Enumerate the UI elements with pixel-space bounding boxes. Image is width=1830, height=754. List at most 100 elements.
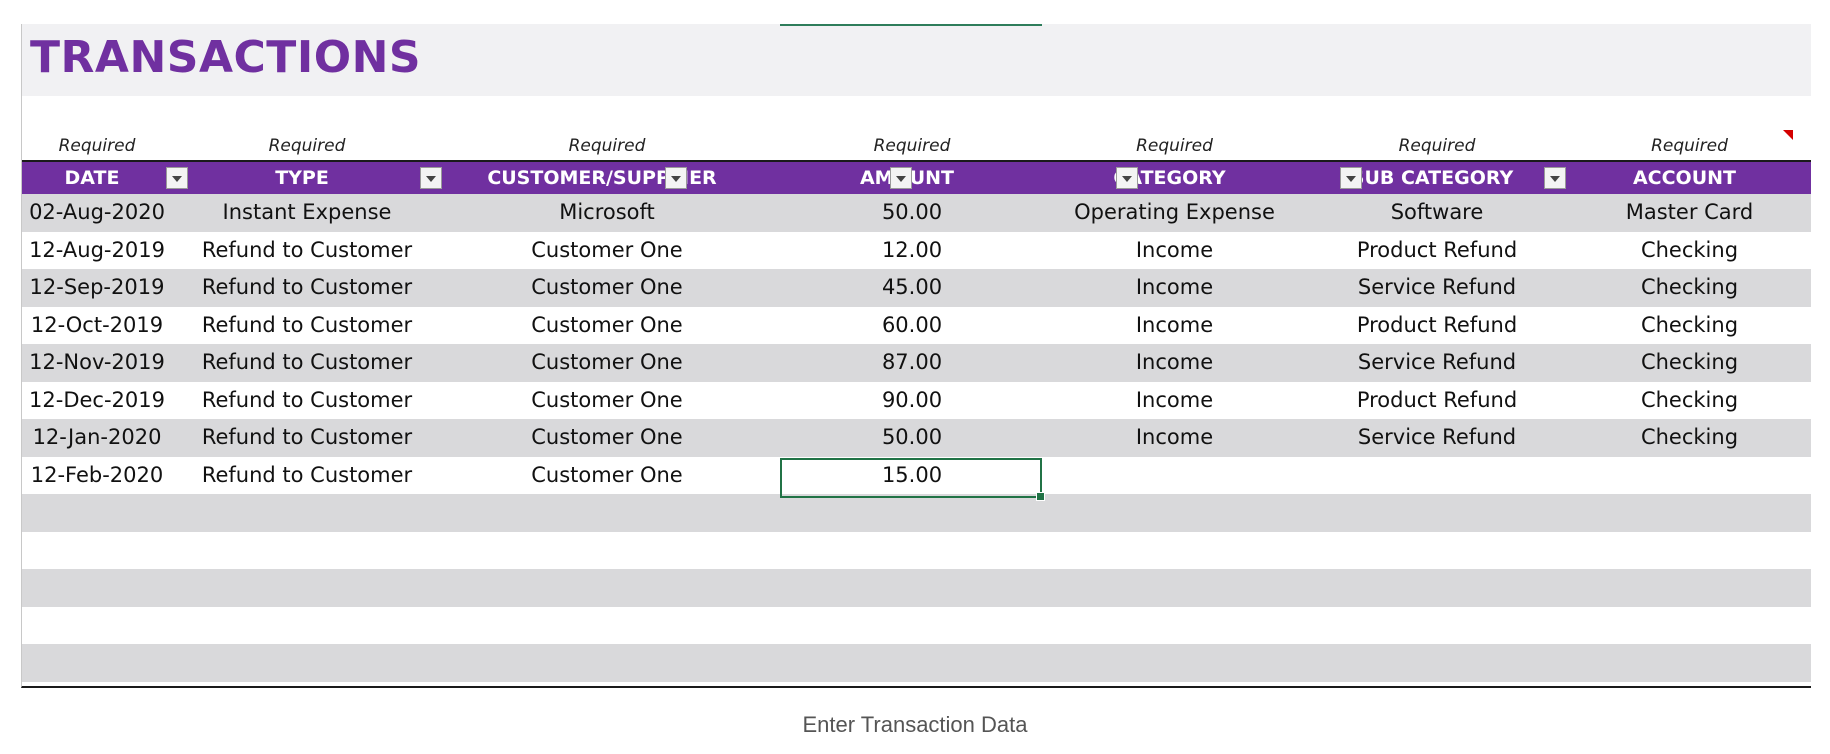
column-header-date[interactable]: DATE — [22, 162, 162, 194]
filter-dropdown-icon[interactable] — [1544, 167, 1566, 189]
cell-date[interactable]: 12-Sep-2019 — [22, 269, 172, 307]
cell-subcategory[interactable] — [1307, 569, 1567, 607]
cell-category[interactable] — [1042, 532, 1307, 570]
cell-date[interactable]: 12-Jan-2020 — [22, 419, 172, 457]
cell-subcategory[interactable] — [1307, 494, 1567, 532]
column-header-party[interactable]: CUSTOMER/SUPPLIER — [432, 162, 772, 194]
cell-account[interactable] — [1567, 569, 1811, 607]
cell-amount[interactable]: 87.00 — [782, 344, 1042, 382]
cell-amount[interactable]: 60.00 — [782, 307, 1042, 345]
cell-account[interactable] — [1567, 494, 1811, 532]
cell-party[interactable]: Customer One — [432, 419, 782, 457]
column-header-type[interactable]: TYPE — [182, 162, 422, 194]
cell-date[interactable]: 12-Oct-2019 — [22, 307, 172, 345]
cell-subcategory[interactable]: Service Refund — [1307, 419, 1567, 457]
cell-subcategory[interactable]: Product Refund — [1307, 232, 1567, 270]
filter-dropdown-icon[interactable] — [1340, 167, 1362, 189]
cell-category[interactable] — [1042, 644, 1307, 682]
filter-dropdown-icon[interactable] — [665, 167, 687, 189]
cell-party[interactable] — [432, 607, 782, 645]
cell-party[interactable] — [432, 569, 782, 607]
cell-party[interactable]: Customer One — [432, 232, 782, 270]
cell-party[interactable] — [432, 644, 782, 682]
cell-category[interactable]: Income — [1042, 344, 1307, 382]
column-header-category[interactable]: CATEGORY — [1042, 162, 1297, 194]
column-header-account[interactable]: ACCOUNT — [1567, 162, 1802, 194]
cell-subcategory[interactable] — [1307, 644, 1567, 682]
cell-type[interactable] — [182, 569, 432, 607]
cell-type[interactable]: Refund to Customer — [182, 269, 432, 307]
cell-amount[interactable]: 90.00 — [782, 382, 1042, 420]
cell-account[interactable]: Checking — [1567, 269, 1811, 307]
cell-party[interactable]: Customer One — [432, 382, 782, 420]
cell-party[interactable]: Microsoft — [432, 194, 782, 232]
cell-type[interactable] — [182, 607, 432, 645]
cell-party[interactable]: Customer One — [432, 344, 782, 382]
cell-amount[interactable]: 12.00 — [782, 232, 1042, 270]
cell-date[interactable]: 12-Nov-2019 — [22, 344, 172, 382]
cell-account[interactable] — [1567, 644, 1811, 682]
cell-subcategory[interactable]: Service Refund — [1307, 269, 1567, 307]
cell-date[interactable] — [22, 532, 172, 570]
cell-amount[interactable]: 50.00 — [782, 419, 1042, 457]
cell-date[interactable] — [22, 569, 172, 607]
filter-dropdown-icon[interactable] — [890, 167, 912, 189]
cell-type[interactable]: Instant Expense — [182, 194, 432, 232]
cell-category[interactable]: Income — [1042, 232, 1307, 270]
cell-amount[interactable] — [782, 607, 1042, 645]
cell-account[interactable]: Checking — [1567, 232, 1811, 270]
cell-amount[interactable] — [782, 532, 1042, 570]
cell-date[interactable] — [22, 494, 172, 532]
cell-category[interactable]: Income — [1042, 419, 1307, 457]
cell-amount[interactable] — [782, 494, 1042, 532]
cell-party[interactable] — [432, 494, 782, 532]
cell-type[interactable] — [182, 494, 432, 532]
cell-amount[interactable]: 15.00 — [782, 457, 1042, 495]
cell-category[interactable]: Income — [1042, 307, 1307, 345]
cell-amount[interactable] — [782, 569, 1042, 607]
cell-category[interactable]: Income — [1042, 269, 1307, 307]
cell-type[interactable]: Refund to Customer — [182, 382, 432, 420]
cell-date[interactable] — [22, 644, 172, 682]
cell-category[interactable] — [1042, 457, 1307, 495]
cell-date[interactable]: 02-Aug-2020 — [22, 194, 172, 232]
cell-account[interactable]: Checking — [1567, 382, 1811, 420]
cell-category[interactable] — [1042, 494, 1307, 532]
cell-category[interactable]: Operating Expense — [1042, 194, 1307, 232]
cell-account[interactable]: Checking — [1567, 307, 1811, 345]
cell-account[interactable]: Checking — [1567, 344, 1811, 382]
cell-account[interactable]: Checking — [1567, 419, 1811, 457]
cell-amount[interactable] — [782, 644, 1042, 682]
cell-account[interactable] — [1567, 457, 1811, 495]
cell-date[interactable] — [22, 607, 172, 645]
cell-type[interactable]: Refund to Customer — [182, 232, 432, 270]
cell-date[interactable]: 12-Dec-2019 — [22, 382, 172, 420]
cell-subcategory[interactable]: Service Refund — [1307, 344, 1567, 382]
cell-party[interactable]: Customer One — [432, 269, 782, 307]
filter-dropdown-icon[interactable] — [1116, 167, 1138, 189]
cell-subcategory[interactable] — [1307, 457, 1567, 495]
cell-type[interactable] — [182, 532, 432, 570]
cell-category[interactable] — [1042, 569, 1307, 607]
cell-party[interactable]: Customer One — [432, 307, 782, 345]
cell-subcategory[interactable]: Product Refund — [1307, 307, 1567, 345]
cell-subcategory[interactable] — [1307, 532, 1567, 570]
cell-account[interactable] — [1567, 532, 1811, 570]
cell-party[interactable] — [432, 532, 782, 570]
cell-category[interactable] — [1042, 607, 1307, 645]
comment-indicator-icon[interactable] — [1783, 130, 1793, 140]
cell-party[interactable]: Customer One — [432, 457, 782, 495]
cell-subcategory[interactable]: Software — [1307, 194, 1567, 232]
cell-type[interactable]: Refund to Customer — [182, 344, 432, 382]
cell-type[interactable]: Refund to Customer — [182, 457, 432, 495]
cell-account[interactable]: Master Card — [1567, 194, 1811, 232]
cell-amount[interactable]: 50.00 — [782, 194, 1042, 232]
cell-type[interactable] — [182, 644, 432, 682]
cell-type[interactable]: Refund to Customer — [182, 307, 432, 345]
cell-amount[interactable]: 45.00 — [782, 269, 1042, 307]
cell-account[interactable] — [1567, 607, 1811, 645]
cell-date[interactable]: 12-Feb-2020 — [22, 457, 172, 495]
cell-date[interactable]: 12-Aug-2019 — [22, 232, 172, 270]
cell-category[interactable]: Income — [1042, 382, 1307, 420]
cell-subcategory[interactable]: Product Refund — [1307, 382, 1567, 420]
